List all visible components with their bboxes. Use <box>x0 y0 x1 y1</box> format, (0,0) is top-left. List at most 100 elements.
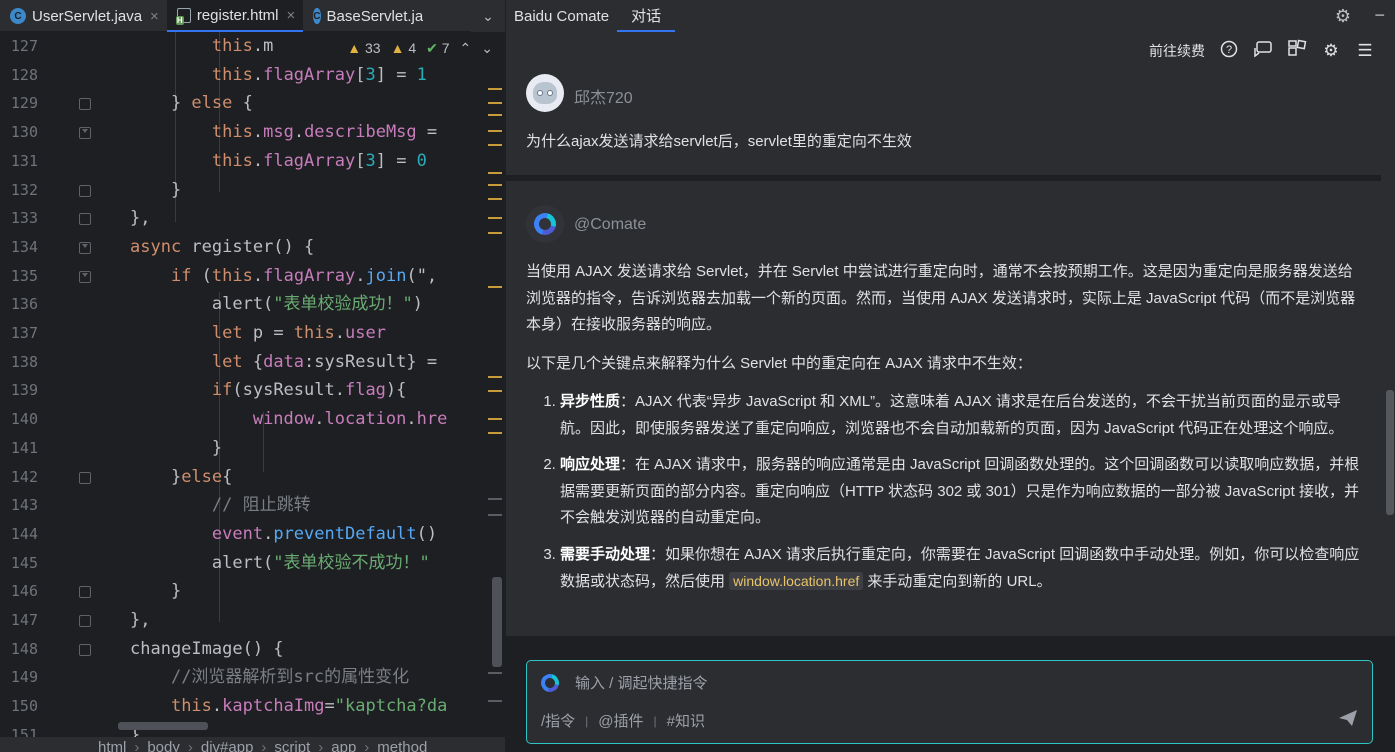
fold-marker-icon[interactable] <box>79 98 91 111</box>
code-line[interactable]: } <box>130 176 181 205</box>
chat-input-box[interactable]: /指令 | @插件 | #知识 <box>526 660 1373 744</box>
tab-baseservlet[interactable]: C BaseServlet.ja <box>303 0 423 32</box>
warning-mark[interactable] <box>488 418 502 420</box>
editor-horizontal-scrollbar[interactable] <box>118 722 208 730</box>
code-line[interactable]: window.location.hre <box>130 405 448 434</box>
code-line[interactable]: async register() { <box>130 233 314 262</box>
shortcut-commands[interactable]: /指令 <box>541 710 575 731</box>
fold-marker-icon[interactable] <box>79 270 91 283</box>
editor-vertical-scrollbar[interactable] <box>492 577 502 667</box>
code-area[interactable]: this.m this.flagArray[3] = 1 } else { th… <box>130 32 491 737</box>
fold-marker-icon[interactable] <box>79 615 91 627</box>
warning-mark[interactable] <box>488 184 502 186</box>
plugins-icon[interactable] <box>1287 39 1307 64</box>
warning-mark[interactable] <box>488 217 502 219</box>
breadcrumb-item[interactable]: div#app <box>201 739 254 752</box>
code-editor[interactable]: 127 128 129 130 131 132 133 134 135 136 137 138 139 1… <box>0 32 505 737</box>
code-line[interactable]: this.msg.describeMsg = <box>130 118 437 147</box>
previous-highlight-icon[interactable]: ⌃ <box>460 40 472 57</box>
fold-marker-icon[interactable] <box>79 184 91 197</box>
line-number: 137 <box>10 324 38 342</box>
code-line[interactable]: let {data:sysResult} = <box>130 348 437 377</box>
info-mark[interactable] <box>488 498 502 500</box>
code-line[interactable]: if (this.flagArray.join(", <box>130 262 437 291</box>
code-line[interactable]: this.flagArray[3] = 1 <box>130 61 427 90</box>
code-line[interactable]: this.m <box>130 32 273 61</box>
tab-register[interactable]: register.html × <box>166 0 304 32</box>
code-line[interactable]: // 阻止跳转 <box>130 491 311 520</box>
close-icon[interactable]: × <box>150 8 159 25</box>
code-line[interactable]: }else{ <box>130 463 232 492</box>
typo-count[interactable]: ✔ 7 <box>426 40 449 57</box>
send-icon[interactable] <box>1338 709 1358 732</box>
code-line[interactable]: alert("表单校验不成功！" <box>130 549 430 578</box>
info-mark[interactable] <box>488 672 502 674</box>
weak-warning-count[interactable]: ▲ 4 <box>391 40 417 56</box>
answer-points: 异步性质：AJAX 代表“异步 JavaScript 和 XML”。这意味着 A… <box>526 389 1364 596</box>
code-line[interactable]: }, <box>130 204 150 233</box>
fold-marker-icon[interactable] <box>79 127 91 140</box>
close-icon[interactable]: × <box>287 7 296 24</box>
warning-mark[interactable] <box>488 88 502 90</box>
gear-icon[interactable]: ⚙ <box>1335 6 1351 27</box>
warning-mark[interactable] <box>488 130 502 132</box>
chat-scrollbar[interactable] <box>1386 390 1394 515</box>
code-line[interactable]: changeImage() { <box>130 635 284 664</box>
warning-mark[interactable] <box>488 232 502 234</box>
chat-input[interactable] <box>575 671 1335 695</box>
renew-link[interactable]: 前往续费 <box>1149 41 1205 61</box>
tab-baidu-comate[interactable]: Baidu Comate <box>506 0 617 32</box>
code-line[interactable]: let p = this.user <box>130 319 386 348</box>
breadcrumb-item[interactable]: html <box>98 739 126 752</box>
breadcrumb-item[interactable]: body <box>147 739 180 752</box>
chat-history-icon[interactable] <box>1253 40 1273 63</box>
code-line[interactable]: event.preventDefault() <box>130 520 437 549</box>
settings-icon[interactable]: ⚙ <box>1321 41 1341 61</box>
fold-marker-icon[interactable] <box>79 471 91 484</box>
warning-mark[interactable] <box>488 432 502 434</box>
list-item: 响应处理：在 AJAX 请求中，服务器的响应通常是由 JavaScript 回调… <box>560 452 1364 532</box>
fold-marker-icon[interactable] <box>79 213 91 226</box>
shortcut-knowledge[interactable]: #知识 <box>667 710 705 731</box>
tab-userservlet[interactable]: C UserServlet.java × <box>0 0 167 32</box>
warning-mark[interactable] <box>488 286 502 288</box>
line-number: 146 <box>10 582 38 601</box>
tab-chat[interactable]: 对话 <box>617 0 676 32</box>
code-line[interactable]: } <box>130 577 181 606</box>
inline-code: window.location.href <box>729 572 864 590</box>
inspection-widget[interactable]: ▲ 33 ▲ 4 ✔ 7 ⌃ ⌄ <box>337 36 505 60</box>
code-line[interactable]: this.kaptchaImg="kaptcha?da <box>130 692 447 721</box>
fold-marker-icon[interactable] <box>79 241 91 254</box>
chevron-down-icon[interactable]: ⌄ <box>471 0 505 32</box>
fold-marker-icon[interactable] <box>79 643 91 656</box>
code-line[interactable]: //浏览器解析到src的属性变化 <box>130 663 409 692</box>
warning-mark[interactable] <box>488 144 502 146</box>
user-message: 邱杰720 为什么ajax发送请求给servlet后，servlet里的重定向不… <box>506 64 1381 175</box>
panel-toolbar: 前往续费 ? ⚙ ☰ <box>1149 38 1375 64</box>
fold-marker-icon[interactable] <box>79 586 91 599</box>
html-file-icon <box>175 7 191 25</box>
line-number: 133 <box>10 209 38 228</box>
shortcut-plugins[interactable]: @插件 <box>598 710 643 731</box>
breadcrumb-item[interactable]: script <box>274 739 310 752</box>
info-mark[interactable] <box>488 514 502 516</box>
warning-count[interactable]: ▲ 33 <box>347 40 380 56</box>
warning-mark[interactable] <box>488 102 502 104</box>
warning-mark[interactable] <box>488 390 502 392</box>
code-line[interactable]: } <box>130 434 222 463</box>
info-mark[interactable] <box>488 700 502 702</box>
warning-mark[interactable] <box>488 376 502 378</box>
code-line[interactable]: alert("表单校验成功！") <box>130 290 423 319</box>
breadcrumb-item[interactable]: app <box>331 739 356 752</box>
warning-mark[interactable] <box>488 114 502 116</box>
warning-mark[interactable] <box>488 172 502 174</box>
minimize-icon[interactable]: − <box>1374 5 1385 26</box>
code-line[interactable]: }, <box>130 606 150 635</box>
code-line[interactable]: this.flagArray[3] = 0 <box>130 147 427 176</box>
code-line[interactable]: } else { <box>130 89 253 118</box>
breadcrumb-item[interactable]: method <box>377 739 427 752</box>
menu-icon[interactable]: ☰ <box>1355 41 1375 61</box>
warning-mark[interactable] <box>488 198 502 200</box>
help-icon[interactable]: ? <box>1219 40 1239 63</box>
code-line[interactable]: if(sysResult.flag){ <box>130 376 407 405</box>
